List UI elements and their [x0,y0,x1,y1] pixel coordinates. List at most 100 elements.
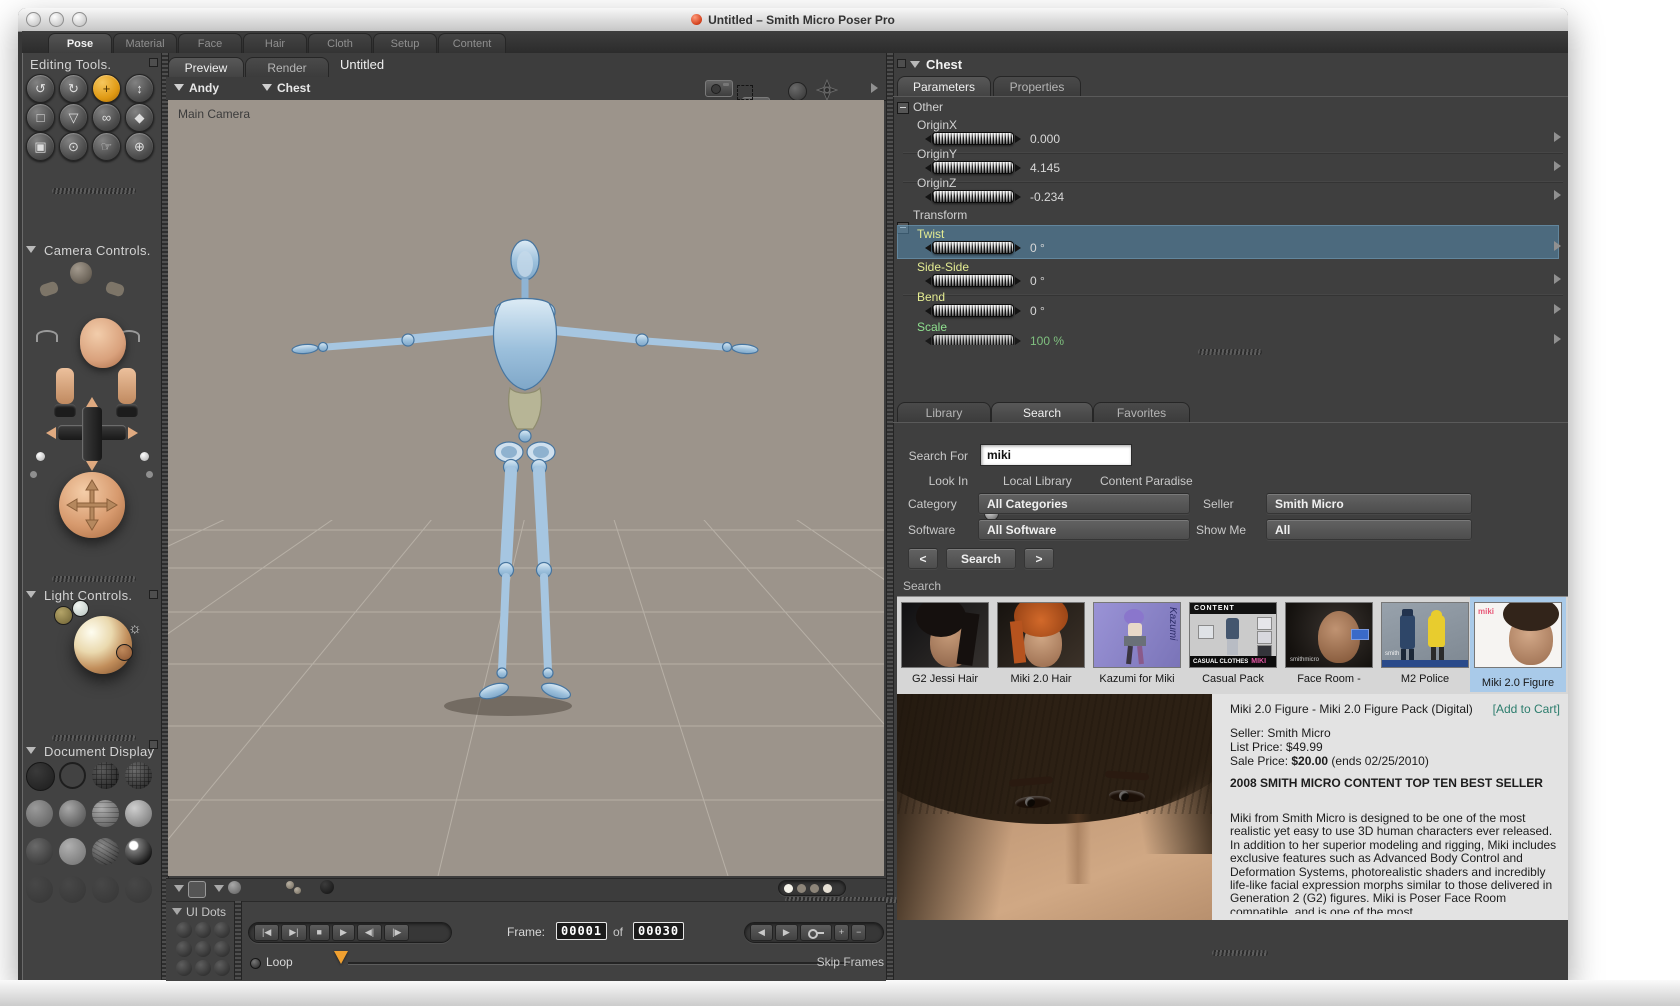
toolbar-overflow-arrow[interactable] [871,83,878,93]
display-style-cartoon-button[interactable] [59,838,86,865]
left-hand-icon[interactable] [56,368,74,404]
document-display-collapse-icon[interactable] [26,747,36,754]
tab-hair[interactable]: Hair [243,33,307,54]
show-me-dropdown[interactable]: All [1266,519,1472,540]
param-value-twist[interactable]: 0 ° [1030,241,1045,255]
tab-preview[interactable]: Preview [168,57,244,78]
display-style-flatshaded-button[interactable] [59,800,86,827]
camera-controls-cluster[interactable] [22,255,161,540]
seller-dropdown[interactable]: Smith Micro [1266,493,1472,514]
ui-dot-9[interactable] [214,960,230,976]
group-other-collapse[interactable] [897,102,909,114]
color-tool-button[interactable]: ◆ [125,103,154,132]
category-dropdown[interactable]: All Categories [978,493,1190,514]
last-frame-button[interactable]: ▶| [281,924,307,941]
param-menu-arrow-bend[interactable] [1554,304,1561,314]
tab-face[interactable]: Face [178,33,242,54]
camera-trackball[interactable] [59,472,125,538]
sidebar-section-ripple-3[interactable] [52,735,136,741]
result-thumbnail[interactable]: miki [1475,603,1561,667]
camera-cross-vertical[interactable] [82,407,102,461]
mini-sphere-icon-1[interactable] [286,881,294,889]
parameters-collapse-widget[interactable] [897,59,906,68]
timeline-track[interactable] [348,962,848,964]
tab-search[interactable]: Search [991,402,1093,423]
params-library-splitter[interactable] [1198,349,1262,355]
shadow-toggle-icon[interactable] [320,880,334,894]
tracking-ball-icon[interactable] [228,881,241,894]
display-style-extra-4[interactable] [125,876,152,903]
frame-current-field[interactable]: 00001 [556,922,608,940]
display-style-extra-1[interactable] [26,876,53,903]
display-dot-2[interactable] [797,883,806,893]
display-dot-1[interactable] [784,883,793,893]
add-to-cart-link[interactable]: [Add to Cart] [1452,702,1560,716]
viewport[interactable]: Main Camera [168,100,884,876]
display-style-smoothshaded-button[interactable] [125,800,152,827]
title-bar[interactable]: Untitled – Smith Micro Poser Pro [18,8,1568,32]
result-thumbnail[interactable]: smith [1382,603,1468,667]
sidebar-section-ripple[interactable] [52,188,136,194]
param-value-originy[interactable]: 4.145 [1030,161,1060,175]
frame-total-field[interactable]: 00030 [633,922,685,940]
jack-3d-icon[interactable] [816,79,838,101]
light-indicator-3[interactable] [116,644,133,661]
tab-content[interactable]: Content [438,33,506,54]
result-thumbnail[interactable] [902,603,988,667]
display-dot-3[interactable] [810,883,819,893]
document-display-collapse-widget[interactable] [149,740,158,749]
step-back-button[interactable]: ◀| [356,924,383,941]
stop-button[interactable]: ■ [308,924,330,941]
actor-menu[interactable]: Andy [189,81,219,95]
first-frame-button[interactable]: |◀ [254,924,280,941]
display-style-extra-3[interactable] [92,876,119,903]
rotate-tool-button[interactable]: ↺ [26,74,55,103]
detail-scrollbar-grip[interactable] [1212,950,1268,956]
ui-dot-7[interactable] [176,960,192,976]
camera-controls-collapse-icon[interactable] [26,246,36,253]
tab-setup[interactable]: Setup [373,33,437,54]
param-dial-originz[interactable] [925,190,1021,203]
param-value-originz[interactable]: -0.234 [1030,190,1064,204]
tab-render[interactable]: Render [245,57,329,78]
taper-tool-button[interactable]: ▽ [59,103,88,132]
mini-sphere-icon-2[interactable] [294,887,301,894]
rotate-left-icon[interactable] [36,330,58,342]
right-hand-camera-icon[interactable] [104,280,126,298]
camera-point-right-icon[interactable] [128,427,138,439]
editing-tools-collapse-widget[interactable] [149,58,158,67]
depth-cue-menu-arrow[interactable] [174,885,184,892]
element-menu[interactable]: Chest [277,81,310,95]
ui-dot-2[interactable] [195,922,211,938]
ui-dot-1[interactable] [176,922,192,938]
result-item[interactable]: CONTENT CASUAL CLOTHES MIKI Casual Pack [1190,603,1278,685]
param-dial-sideside[interactable] [925,274,1021,287]
display-style-outline-button[interactable] [59,762,86,789]
delete-keyframe-button[interactable]: − [851,924,867,941]
result-item-selected[interactable]: miki Miki 2.0 Figure [1470,597,1566,692]
add-keyframe-button[interactable]: + [833,924,850,941]
twist-tool-button[interactable]: ↻ [59,74,88,103]
tab-library[interactable]: Library [897,402,991,423]
ui-dot-3[interactable] [214,922,230,938]
param-value-scale[interactable]: 100 % [1030,334,1064,345]
depth-cue-tool-button[interactable]: ⊕ [125,132,154,161]
param-dial-bend[interactable] [925,304,1021,317]
head-camera-icon[interactable] [80,318,126,368]
param-menu-arrow-scale[interactable] [1554,334,1561,344]
result-thumbnail[interactable]: Kazumi [1094,603,1180,667]
tab-pose[interactable]: Pose [48,33,112,54]
light-controls-collapse-icon[interactable] [26,591,36,598]
result-item[interactable]: smithmicro Face Room - [1286,603,1374,685]
result-thumbnail[interactable]: smithmicro [1286,603,1372,667]
light-indicator-1[interactable] [54,606,73,625]
timeline-position-marker[interactable] [334,951,348,964]
translate-inout-tool-button[interactable]: ↕ [125,74,154,103]
search-input[interactable]: miki [980,444,1132,466]
play-button[interactable]: ▶ [331,924,355,941]
result-thumbnail[interactable] [998,603,1084,667]
result-item[interactable]: smith M2 Police [1382,603,1470,685]
morph-tool-button[interactable]: ∞ [92,103,121,132]
direct-manipulation-tool-button[interactable]: ☞ [92,132,121,161]
param-menu-arrow-sideside[interactable] [1554,274,1561,284]
